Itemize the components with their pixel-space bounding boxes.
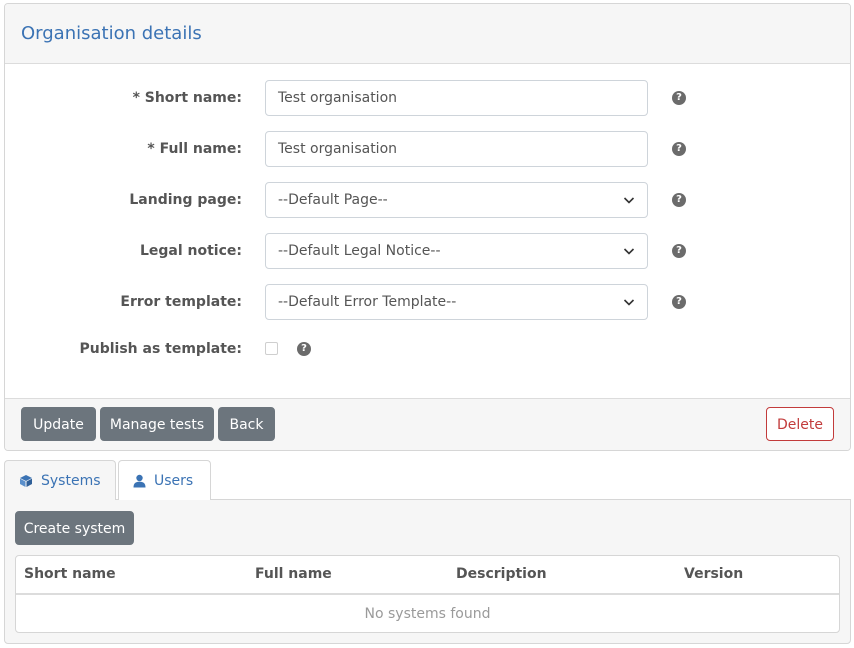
publish-template-row: Publish as template: ? [5, 331, 850, 367]
legal-notice-select[interactable]: --Default Legal Notice-- [265, 233, 648, 269]
tabs-area: Create system Systems Users Short name F… [4, 460, 851, 644]
chevron-down-icon [623, 299, 635, 306]
create-system-button[interactable]: Create system [15, 511, 134, 545]
chevron-down-icon [623, 197, 635, 204]
full-name-label: * Full name: [147, 141, 242, 157]
help-icon[interactable]: ? [672, 193, 686, 207]
error-template-row: Error template: --Default Error Template… [5, 284, 850, 320]
help-icon[interactable]: ? [672, 91, 686, 105]
short-name-input[interactable]: Test organisation [265, 80, 648, 116]
legal-notice-value: --Default Legal Notice-- [278, 243, 441, 259]
empty-table-message: No systems found [364, 606, 491, 622]
help-icon[interactable]: ? [672, 244, 686, 258]
error-template-label: Error template: [120, 294, 242, 310]
table-header-row: Short name Full name Description Version [16, 556, 839, 595]
delete-button[interactable]: Delete [766, 407, 834, 441]
back-button[interactable]: Back [218, 407, 275, 441]
publish-template-label: Publish as template: [79, 341, 242, 357]
column-header-version[interactable]: Version [684, 556, 743, 593]
column-header-short-name[interactable]: Short name [24, 556, 116, 593]
landing-page-row: Landing page: --Default Page-- ? [5, 182, 850, 218]
systems-table: Short name Full name Description Version… [15, 555, 840, 633]
full-name-row: * Full name: Test organisation ? [5, 131, 850, 167]
help-icon[interactable]: ? [672, 142, 686, 156]
error-template-value: --Default Error Template-- [278, 294, 457, 310]
help-icon[interactable]: ? [297, 342, 311, 356]
short-name-label: * Short name: [132, 90, 242, 106]
full-name-input[interactable]: Test organisation [265, 131, 648, 167]
user-icon [133, 474, 146, 487]
panel-header: Organisation details [5, 4, 850, 64]
update-button[interactable]: Update [21, 407, 96, 441]
legal-notice-row: Legal notice: --Default Legal Notice-- ? [5, 233, 850, 269]
landing-page-value: --Default Page-- [278, 192, 388, 208]
tab-systems-label: Systems [41, 472, 101, 489]
tab-systems[interactable]: Systems [4, 460, 116, 500]
help-icon[interactable]: ? [672, 295, 686, 309]
cube-icon [20, 474, 32, 487]
legal-notice-label: Legal notice: [139, 243, 242, 259]
column-header-description[interactable]: Description [456, 556, 547, 593]
column-header-full-name[interactable]: Full name [255, 556, 332, 593]
organisation-details-panel: Organisation details * Short name: Test … [4, 3, 851, 451]
landing-page-label: Landing page: [129, 192, 242, 208]
manage-tests-button[interactable]: Manage tests [100, 407, 214, 441]
panel-title: Organisation details [21, 23, 202, 44]
chevron-down-icon [623, 248, 635, 255]
error-template-select[interactable]: --Default Error Template-- [265, 284, 648, 320]
landing-page-select[interactable]: --Default Page-- [265, 182, 648, 218]
short-name-row: * Short name: Test organisation ? [5, 80, 850, 116]
publish-template-checkbox[interactable] [265, 342, 278, 355]
panel-footer: Update Manage tests Back Delete [5, 398, 850, 450]
tab-users-label: Users [154, 472, 194, 489]
tab-users[interactable]: Users [118, 460, 211, 500]
